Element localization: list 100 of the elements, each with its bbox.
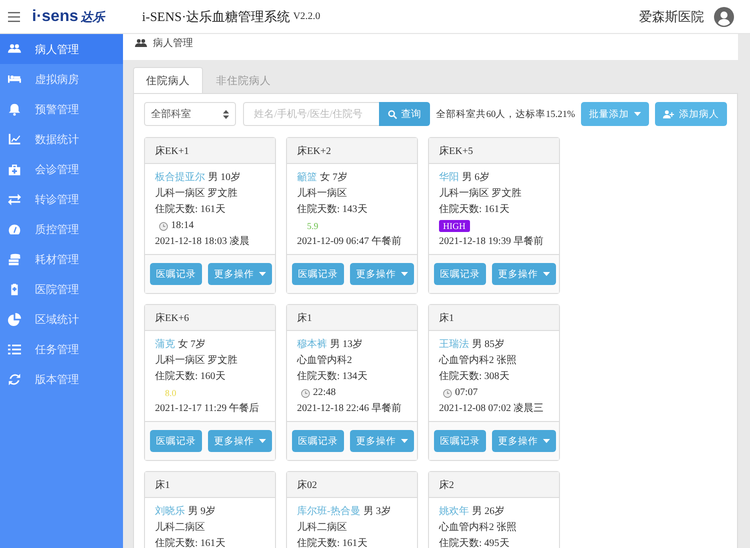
bed-label: 床EK+1 — [155, 144, 189, 158]
caret-icon — [634, 112, 641, 116]
sidebar-item[interactable]: 区域统计 — [0, 304, 123, 334]
patient-info: 男 6岁 — [462, 170, 490, 185]
tab[interactable]: 非住院病人 — [203, 67, 284, 93]
sync-icon — [8, 372, 21, 386]
user-avatar-icon[interactable] — [714, 6, 734, 26]
glucose-value: 8.0 — [164, 387, 176, 400]
ward-doctor: 心血管内科2 张照 — [439, 520, 518, 535]
patient-info: 男 26岁 — [472, 504, 504, 519]
logo-script: 达乐 — [80, 8, 104, 26]
stay-days: 住院天数: 161天 — [155, 536, 265, 548]
bed-label: 床EK+2 — [297, 144, 331, 158]
patient-info: 男 85岁 — [472, 338, 504, 352]
stay-days: 住院天数: 495天 — [439, 536, 549, 548]
caret-icon — [259, 439, 266, 443]
orders-button[interactable]: 医嘱记录 — [150, 263, 202, 285]
record-time: 2021-12-08 07:02 凌晨三 — [439, 402, 544, 416]
medical-kit-icon — [8, 162, 21, 176]
patient-name-link[interactable]: 籲篮 — [297, 170, 317, 186]
patient-info: 女 7岁 — [320, 170, 348, 185]
sidebar-item[interactable]: 任务管理 — [0, 334, 123, 364]
stay-days: 住院天数: 161天 — [155, 202, 265, 218]
clock-icon — [301, 388, 310, 398]
patient-name-link[interactable]: 王瑞法 — [439, 337, 469, 353]
bed-label: 床EK+5 — [439, 144, 473, 158]
bed-label: 床1 — [439, 312, 454, 324]
bell-icon — [8, 102, 21, 116]
patient-name-link[interactable]: 板合提亚尔 — [155, 170, 205, 186]
glucose-badge: HIGH — [439, 220, 470, 232]
sidebar-item[interactable]: 耗材管理 — [0, 244, 123, 274]
sidebar-item[interactable]: 医院管理 — [0, 274, 123, 304]
record-time: 2021-12-17 11:29 午餐后 — [155, 402, 260, 416]
bed-label: 床02 — [297, 478, 317, 492]
clock-icon — [443, 388, 452, 398]
ward-doctor: 儿科一病区 — [297, 186, 348, 201]
orders-button[interactable]: 医嘱记录 — [150, 430, 202, 452]
sidebar-item[interactable]: 版本管理 — [0, 364, 123, 394]
search-icon — [388, 110, 398, 118]
stack-icon — [8, 252, 21, 266]
sidebar-item[interactable]: 虚拟病房 — [0, 64, 123, 94]
orders-button[interactable]: 医嘱记录 — [434, 263, 486, 285]
patient-name-link[interactable]: 蒲克 — [155, 337, 175, 353]
sidebar-item[interactable]: 质控管理 — [0, 214, 123, 244]
more-actions-button[interactable]: 更多操作 — [350, 430, 414, 452]
patient-name-link[interactable]: 刘晓乐 — [155, 504, 185, 520]
patient-name-link[interactable]: 姚欢年 — [439, 504, 469, 520]
stay-days: 住院天数: 143天 — [297, 202, 407, 218]
search-field[interactable]: 姓名/手机号/医生/住院号 — [243, 102, 380, 126]
more-actions-button[interactable]: 更多操作 — [350, 263, 414, 285]
users-icon — [8, 42, 21, 56]
more-actions-button[interactable]: 更多操作 — [208, 430, 272, 452]
stay-days: 住院天数: 161天 — [439, 202, 549, 218]
more-actions-button[interactable]: 更多操作 — [492, 263, 556, 285]
orders-button[interactable]: 医嘱记录 — [434, 430, 486, 452]
menu-icon[interactable] — [8, 12, 20, 22]
gauge-icon — [8, 222, 21, 236]
glucose-value: 5.9 — [306, 220, 318, 233]
patient-info: 男 9岁 — [188, 504, 216, 519]
sidebar-item[interactable]: 会诊管理 — [0, 154, 123, 184]
sidebar-item[interactable]: 数据统计 — [0, 124, 123, 154]
ward-doctor: 儿科一病区 罗文胜 — [439, 186, 522, 201]
add-patient-button[interactable]: 添加病人 — [655, 102, 727, 126]
version-label: V2.2.0 — [293, 11, 320, 22]
patient-info: 男 10岁 — [208, 170, 240, 185]
patient-info: 男 13岁 — [330, 338, 362, 352]
clock-icon — [159, 222, 168, 230]
ward-doctor: 心血管内科2 — [297, 354, 353, 368]
sidebar-item[interactable]: 预警管理 — [0, 94, 123, 124]
more-actions-button[interactable]: 更多操作 — [208, 263, 272, 285]
sidebar-item[interactable]: 转诊管理 — [0, 184, 123, 214]
more-actions-button[interactable]: 更多操作 — [492, 430, 556, 452]
department-select[interactable]: 全部科室 — [144, 102, 236, 126]
patient-name-link[interactable]: 穆本裤 — [297, 337, 327, 353]
orders-button[interactable]: 医嘱记录 — [292, 263, 344, 285]
caret-icon — [401, 272, 408, 276]
tab[interactable]: 住院病人 — [133, 67, 203, 93]
breadcrumb: 病人管理 — [153, 36, 193, 50]
ward-doctor: 儿科一病区 罗文胜 — [155, 354, 238, 368]
batch-add-button[interactable]: 批量添加 — [581, 102, 649, 126]
record-time: 2021-12-18 19:39 早餐前 — [439, 234, 544, 249]
sidebar-item[interactable]: 病人管理 — [0, 34, 123, 64]
logo: i·sens — [32, 8, 78, 26]
app-title: i-SENS·达乐血糖管理系统 — [142, 8, 290, 26]
bed-label: 床EK+6 — [155, 312, 189, 324]
patient-name-link[interactable]: 库尔班-热合曼 — [297, 504, 360, 520]
caret-icon — [401, 439, 408, 443]
patient-info: 女 7岁 — [178, 338, 206, 352]
record-time: 2021-12-09 06:47 午餐前 — [297, 234, 402, 249]
ward-doctor: 心血管内科2 张照 — [439, 354, 518, 368]
add-user-icon — [663, 110, 674, 118]
stay-days: 住院天数: 134天 — [297, 369, 407, 385]
search-button[interactable]: 查询 — [379, 102, 430, 126]
orders-button[interactable]: 医嘱记录 — [292, 430, 344, 452]
record-time: 2021-12-18 18:03 凌晨 — [155, 234, 250, 249]
ward-doctor: 儿科二病区 — [297, 520, 348, 535]
reading-time: 07:07 — [455, 386, 478, 400]
sort-arrows-icon — [223, 110, 230, 118]
patient-name-link[interactable]: 华阳 — [439, 170, 459, 186]
reading-time: 22:48 — [313, 386, 336, 400]
